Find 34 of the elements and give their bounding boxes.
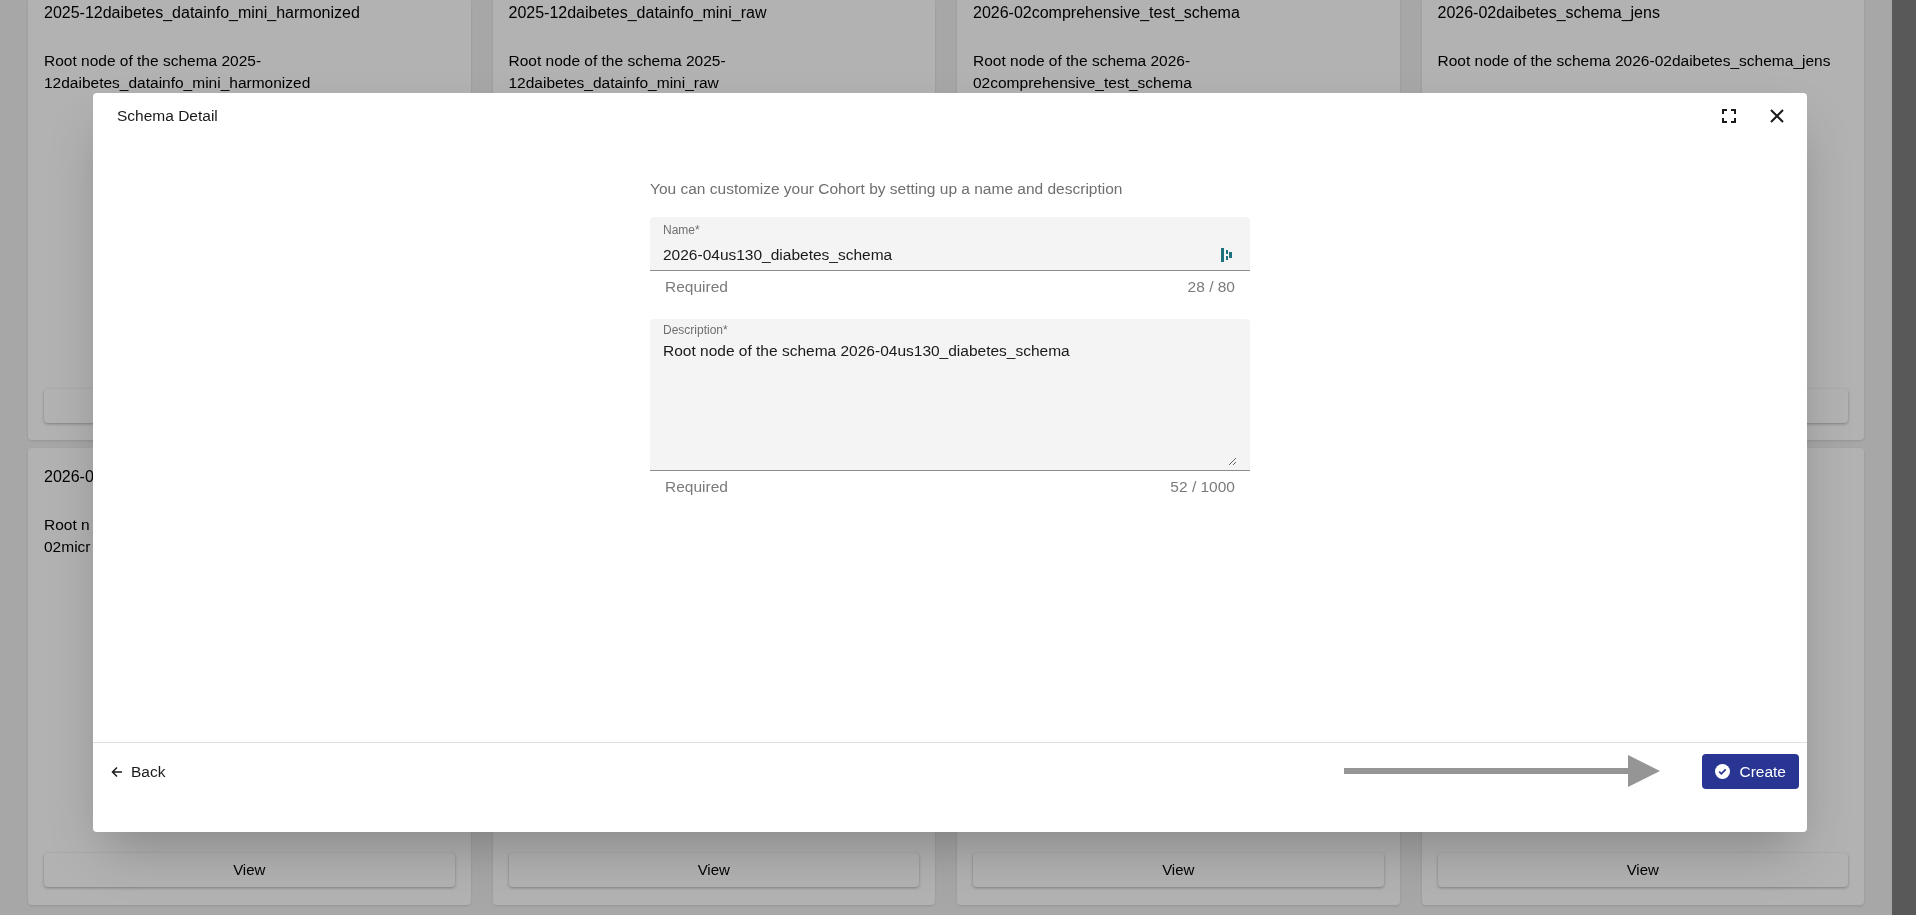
card-description: Root node of the schema 2025-12daibetes_datainfo_mini_raw [508, 51, 727, 93]
helper-text: Required [665, 277, 728, 297]
dialog-title: Schema Detail [117, 106, 218, 127]
card-description: Root node of the schema 2026-02daibetes_schema_jens [1437, 51, 1832, 71]
field-label: Name* [663, 223, 701, 237]
card-title: 2025-12daibetes_datainfo_mini_raw [508, 3, 768, 23]
close-icon [1770, 109, 1784, 123]
back-button[interactable]: Back [109, 754, 168, 789]
check-circle-icon [1715, 764, 1731, 779]
card-title: 2026-02daibetes_schema_jens [1437, 3, 1661, 23]
name-input[interactable]: 2026-04us130_diabetes_schema [663, 243, 1221, 267]
card-description: Root n 02micr [44, 515, 92, 557]
card-title: 2026-02comprehensive_test_schema [973, 3, 1241, 23]
card-title: 2026-0 [44, 467, 95, 487]
card-description: Root node of the schema 2026-02comprehensive_test_schema [973, 51, 1193, 93]
fullscreen-icon [1722, 109, 1736, 123]
description-input[interactable]: Root node of the schema 2026-04us130_diabetes_schema [663, 341, 1237, 467]
description-field[interactable]: Description* Root node of the schema 2026-04us130_diabetes_schema [650, 319, 1250, 472]
scrollbar[interactable] [1892, 0, 1916, 915]
character-count: 52 / 1000 [1170, 477, 1235, 498]
name-field[interactable]: Name* 2026-04us130_diabetes_schema [650, 217, 1250, 271]
character-count: 28 / 80 [1187, 277, 1235, 297]
helper-text: Required [665, 477, 728, 498]
view-button[interactable]: View [973, 853, 1384, 887]
view-button[interactable]: View [1437, 853, 1848, 887]
intro-text: You can customize your Cohort by setting up a name and description [650, 179, 1124, 199]
card-title: 2025-12daibetes_datainfo_mini_harmonized [44, 3, 361, 23]
create-button[interactable]: Create [1702, 754, 1799, 789]
card-description: Root node of the schema 2025-12daibetes_datainfo_mini_harmonized [44, 51, 312, 93]
password-manager-icon[interactable] [1221, 246, 1233, 263]
view-button[interactable]: View [44, 853, 455, 887]
back-arrow-icon [111, 765, 123, 778]
field-label: Description* [663, 323, 729, 338]
view-button[interactable]: View [508, 853, 919, 887]
